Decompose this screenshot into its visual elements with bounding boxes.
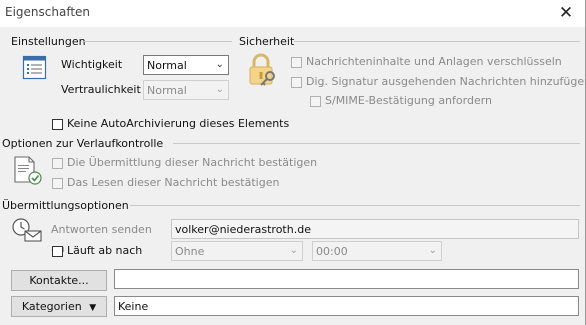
- importance-select[interactable]: Normal ⌄: [143, 55, 229, 75]
- properties-dialog: Eigenschaften ✕ Einstellungen Wichtigkei…: [0, 0, 586, 325]
- settings-list-icon: [22, 55, 47, 80]
- chevron-down-icon: ⌄: [428, 245, 437, 256]
- sensitivity-value: Normal: [147, 84, 187, 97]
- smime-checkbox[interactable]: [310, 96, 321, 107]
- signature-checkbox[interactable]: [291, 77, 302, 88]
- delivery-clock-icon: [12, 218, 42, 242]
- security-group-rule: [294, 41, 580, 42]
- importance-label: Wichtigkeit: [61, 58, 123, 71]
- sensitivity-label: Vertraulichkeit: [61, 83, 141, 96]
- encrypt-label: Nachrichteninhalte und Anlagen verschlüs…: [306, 55, 562, 68]
- chevron-down-icon: ⌄: [215, 84, 224, 95]
- settings-group-label: Einstellungen: [11, 35, 86, 48]
- sensitivity-select[interactable]: Normal ⌄: [143, 80, 229, 100]
- expires-time-select[interactable]: 00:00 ⌄: [312, 241, 442, 261]
- expires-date-value: Ohne: [175, 245, 205, 258]
- settings-group-rule: [84, 41, 232, 42]
- tracking-document-icon: [14, 156, 42, 185]
- contacts-button[interactable]: Kontakte...: [11, 270, 107, 291]
- title-bar: Eigenschaften ✕: [0, 0, 585, 27]
- tracking-group-rule: [173, 143, 580, 144]
- reply-to-field[interactable]: volker@niederastroth.de: [171, 219, 579, 239]
- categories-button[interactable]: Kategorien ▼: [11, 296, 107, 317]
- security-group-label: Sicherheit: [239, 35, 295, 48]
- signature-label: Dig. Signatur ausgehenden Nachrichten hi…: [306, 75, 586, 88]
- categories-button-label: Kategorien: [21, 300, 82, 313]
- delivery-receipt-checkbox[interactable]: [52, 158, 63, 169]
- close-icon[interactable]: ✕: [553, 2, 579, 24]
- reply-to-button[interactable]: Antworten senden an: [50, 219, 167, 255]
- categories-field[interactable]: Keine: [114, 296, 579, 316]
- expires-time-value: 00:00: [316, 245, 348, 258]
- categories-value: Keine: [118, 300, 149, 313]
- reply-to-value: volker@niederastroth.de: [175, 223, 311, 236]
- delivery-group-label: Übermittlungsoptionen: [2, 199, 129, 212]
- delivery-receipt-label: Die Übermittlung dieser Nachricht bestät…: [67, 156, 318, 169]
- chevron-down-icon: ⌄: [215, 59, 224, 70]
- smime-label: S/MIME-Bestätigung anfordern: [325, 94, 493, 107]
- read-receipt-checkbox[interactable]: [52, 178, 63, 189]
- expires-date-select[interactable]: Ohne ⌄: [171, 241, 303, 261]
- contacts-field[interactable]: [114, 269, 579, 289]
- tracking-group-label: Optionen zur Verlaufkontrolle: [2, 137, 164, 150]
- no-autoarchive-label: Keine AutoArchivierung dieses Elements: [67, 117, 290, 130]
- contacts-button-label: Kontakte...: [29, 274, 89, 287]
- expires-checkbox[interactable]: [52, 246, 63, 257]
- window-title: Eigenschaften: [5, 5, 91, 19]
- importance-value: Normal: [147, 59, 187, 72]
- encrypt-checkbox[interactable]: [291, 57, 302, 68]
- lock-key-icon: [249, 53, 275, 86]
- no-autoarchive-checkbox[interactable]: [52, 119, 63, 130]
- read-receipt-label: Das Lesen dieser Nachricht bestätigen: [67, 176, 280, 189]
- delivery-group-rule: [130, 205, 580, 206]
- expires-label: Läuft ab nach: [67, 244, 143, 257]
- caret-down-icon: ▼: [89, 303, 97, 313]
- chevron-down-icon: ⌄: [289, 245, 298, 256]
